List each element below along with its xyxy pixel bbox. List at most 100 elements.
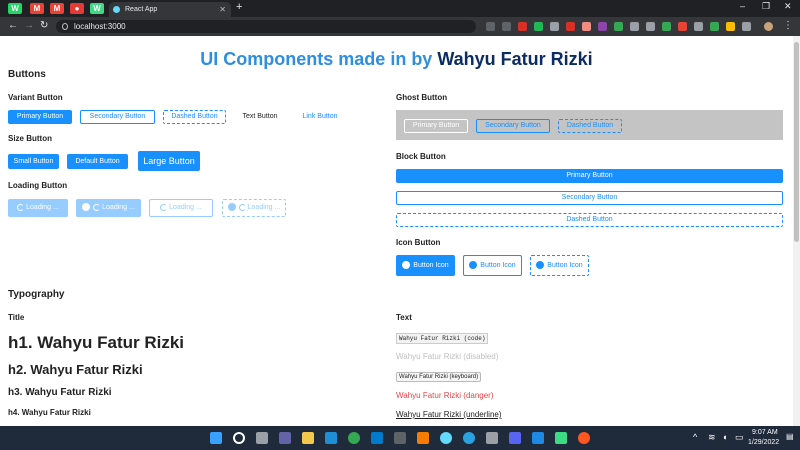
tab-react-app[interactable]: React App ✕ xyxy=(109,2,231,17)
task-view-icon[interactable] xyxy=(256,432,268,444)
extension-icon-10[interactable] xyxy=(662,22,671,31)
primary-button[interactable]: Primary Button xyxy=(8,110,72,124)
loading-button-heading: Loading Button xyxy=(8,181,68,190)
new-tab-button[interactable]: + xyxy=(236,1,242,13)
extension-icon-13[interactable] xyxy=(710,22,719,31)
back-icon[interactable]: ← xyxy=(8,20,18,32)
icon-button-dashed[interactable]: Button Icon xyxy=(530,255,589,276)
block-primary-button[interactable]: Primary Button xyxy=(396,169,783,183)
tray-chevron-icon[interactable]: ^ xyxy=(693,432,697,442)
info-icon[interactable] xyxy=(62,23,68,30)
icon-button-primary[interactable]: Button Icon xyxy=(396,255,455,276)
secondary-button[interactable]: Secondary Button xyxy=(80,110,155,124)
close-tab-icon[interactable]: ✕ xyxy=(219,2,226,17)
large-button[interactable]: Large Button xyxy=(138,151,200,171)
extension-icon-9[interactable] xyxy=(646,22,655,31)
browser-chrome: W M M ● W React App ✕ + – ❐ ✕ ← → ↻ loca… xyxy=(0,0,800,36)
extension-icon-3[interactable] xyxy=(550,22,559,31)
h2-sample: h2. Wahyu Fatur Rizki xyxy=(8,362,143,377)
volume-icon[interactable]: ◖ xyxy=(722,432,727,442)
text-button[interactable]: Text Button xyxy=(234,110,286,124)
dashed-button[interactable]: Dashed Button xyxy=(163,110,226,124)
spinner-icon xyxy=(93,203,101,211)
block-dashed-button[interactable]: Dashed Button xyxy=(396,213,783,227)
file-explorer-icon[interactable] xyxy=(302,432,314,444)
maximize-icon[interactable]: ❐ xyxy=(762,1,770,12)
extension-icon-6[interactable] xyxy=(598,22,607,31)
app-icon-3[interactable] xyxy=(486,432,498,444)
discord-icon[interactable] xyxy=(509,432,521,444)
extension-icon-5[interactable] xyxy=(582,22,591,31)
extension-icon-12[interactable] xyxy=(694,22,703,31)
app-icon-1[interactable] xyxy=(394,432,406,444)
store-icon[interactable] xyxy=(325,432,337,444)
forward-icon[interactable]: → xyxy=(24,20,34,32)
clock-date[interactable]: 1/29/2022 xyxy=(748,439,779,446)
keyboard-text: Wahyu Fatur Rizki (keyboard) xyxy=(396,371,482,382)
vscode-icon[interactable] xyxy=(371,432,383,444)
pinned-tab-red[interactable]: ● xyxy=(70,3,84,14)
search-icon[interactable] xyxy=(233,432,245,444)
text-heading: Text xyxy=(396,313,412,322)
icon-button-secondary[interactable]: Button Icon xyxy=(463,255,522,276)
pinned-tab-w[interactable]: W xyxy=(90,3,104,14)
battery-icon[interactable]: ▭ xyxy=(735,432,744,443)
close-window-icon[interactable]: ✕ xyxy=(784,1,792,12)
reload-icon[interactable]: ↻ xyxy=(40,20,48,32)
telegram-icon[interactable] xyxy=(463,432,475,444)
link-button[interactable]: Link Button xyxy=(294,110,346,124)
pinned-tab-whatsapp[interactable]: W xyxy=(8,3,22,14)
wifi-icon[interactable]: ≋ xyxy=(708,432,716,443)
default-button[interactable]: Default Button xyxy=(67,154,128,169)
extensions-puzzle-icon[interactable] xyxy=(742,22,751,31)
notification-icon[interactable]: ▤ xyxy=(786,432,794,441)
address-bar[interactable]: localhost:3000 xyxy=(56,20,476,33)
extension-icon-1[interactable] xyxy=(518,22,527,31)
user-icon xyxy=(227,203,236,212)
profile-avatar[interactable] xyxy=(764,22,773,31)
menu-dots-icon[interactable]: ⋮ xyxy=(783,20,793,32)
user-icon xyxy=(402,261,411,270)
pinned-tab-gmail-2[interactable]: M xyxy=(50,3,64,14)
code-text: Wahyu Fatur Rizki (code) xyxy=(396,333,489,344)
buttons-heading: Buttons xyxy=(8,69,46,80)
scrollbar-thumb[interactable] xyxy=(794,42,799,242)
h3-sample: h3. Wahyu Fatur Rizki xyxy=(8,387,112,398)
extension-icon-2[interactable] xyxy=(534,22,543,31)
app-icon-4[interactable] xyxy=(532,432,544,444)
extension-icon-8[interactable] xyxy=(630,22,639,31)
page-scrollbar[interactable] xyxy=(793,36,800,426)
block-secondary-button[interactable]: Secondary Button xyxy=(396,191,783,205)
react-app-icon[interactable] xyxy=(440,432,452,444)
small-button[interactable]: Small Button xyxy=(8,154,59,169)
ghost-primary-button[interactable]: Primary Button xyxy=(404,119,468,133)
android-studio-icon[interactable] xyxy=(555,432,567,444)
loading-button-icon-primary[interactable]: Loading ... xyxy=(76,199,141,217)
chrome-icon[interactable] xyxy=(348,432,360,444)
underline-text: Wahyu Fatur Rizki (underline) xyxy=(396,410,502,419)
user-icon xyxy=(82,203,91,212)
ghost-dashed-button[interactable]: Dashed Button xyxy=(558,119,622,133)
user-icon xyxy=(469,261,478,270)
bookmark-star-icon[interactable] xyxy=(502,22,511,31)
spinner-icon xyxy=(160,203,168,211)
app-icon-2[interactable] xyxy=(417,432,429,444)
pinned-tab-gmail-1[interactable]: M xyxy=(30,3,44,14)
start-windows-icon[interactable] xyxy=(210,432,222,444)
ghost-secondary-button[interactable]: Secondary Button xyxy=(476,119,550,133)
extension-icon-7[interactable] xyxy=(614,22,623,31)
loading-button-secondary[interactable]: Loading ... xyxy=(149,199,213,217)
teams-icon[interactable] xyxy=(279,432,291,444)
disabled-text: Wahyu Fatur Rizki (disabled) xyxy=(396,352,499,361)
share-icon[interactable] xyxy=(486,22,495,31)
icon-button-heading: Icon Button xyxy=(396,238,441,247)
ghost-button-heading: Ghost Button xyxy=(396,93,448,102)
minimize-icon[interactable]: – xyxy=(740,1,745,11)
extension-icon-11[interactable] xyxy=(678,22,687,31)
loading-button-dashed[interactable]: Loading ... xyxy=(222,199,286,217)
app-icon-5[interactable] xyxy=(578,432,590,444)
extension-icon-14[interactable] xyxy=(726,22,735,31)
clock-time[interactable]: 9:07 AM xyxy=(752,429,778,436)
extension-icon-4[interactable] xyxy=(566,22,575,31)
loading-button-primary[interactable]: Loading ... xyxy=(8,199,68,217)
